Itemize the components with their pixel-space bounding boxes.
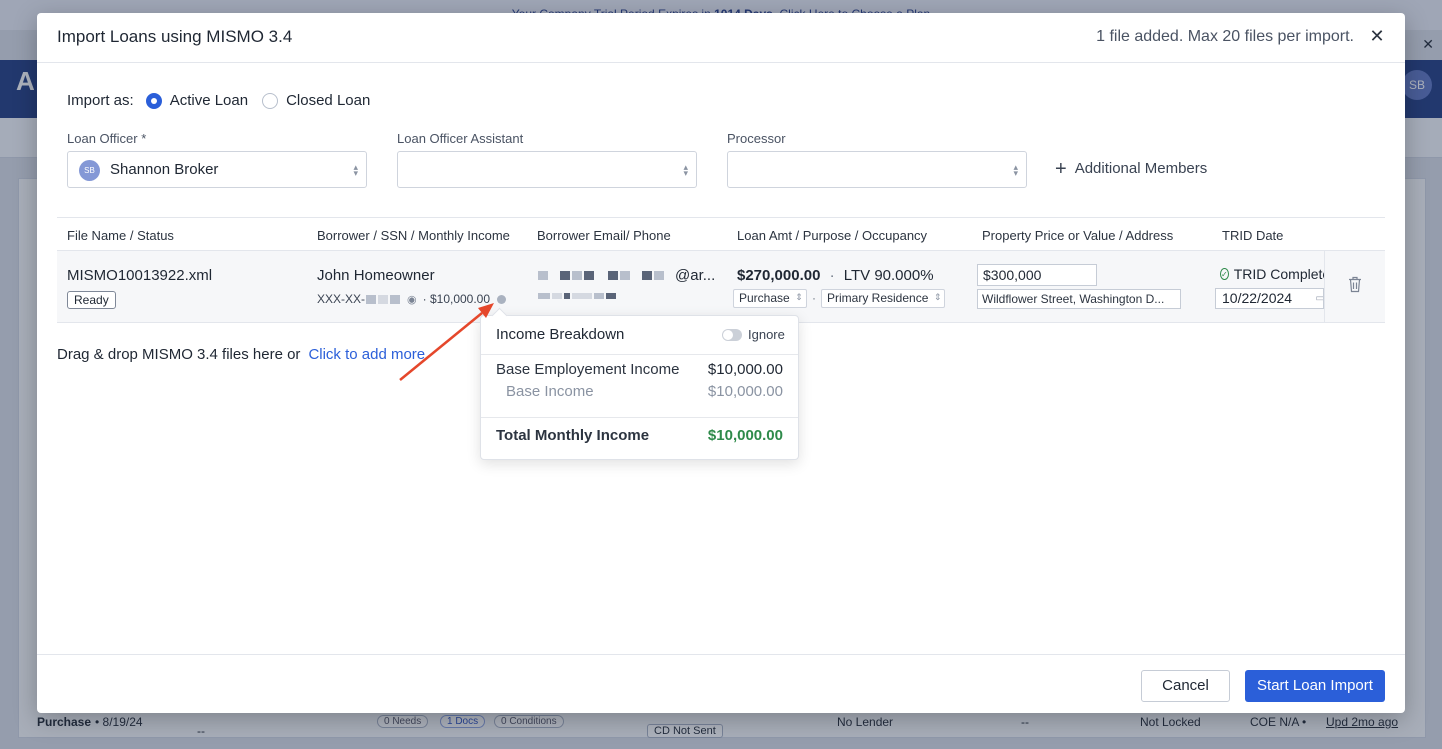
processor-label: Processor [727, 131, 786, 146]
col-file-name: File Name / Status [67, 228, 174, 243]
redacted-mask [572, 271, 582, 280]
email-suffix: @ar... [675, 267, 716, 284]
ignore-label: Ignore [748, 327, 785, 342]
file-count: 1 file added. Max 20 files per import. [1096, 28, 1354, 45]
base-employment-label: Base Employement Income [496, 361, 680, 378]
assistant-select[interactable]: ▴ ▾ [397, 151, 697, 188]
ssn-prefix: XXX-XX- [317, 292, 366, 306]
redacted-mask [572, 293, 592, 299]
import-loans-modal: Import Loans using MISMO 3.4 1 file adde… [37, 13, 1405, 713]
ignore-toggle[interactable] [722, 329, 742, 341]
select-arrows-icon: ▴ ▾ [683, 162, 688, 178]
info-icon[interactable] [497, 294, 507, 304]
property-price-input[interactable]: $300,000 [977, 264, 1097, 286]
radio-checked-icon [145, 92, 162, 109]
table-header: File Name / Status Borrower / SSN / Mont… [57, 217, 1385, 251]
col-loan-amt: Loan Amt / Purpose / Occupancy [737, 228, 928, 243]
modal-footer: Cancel Start Loan Import [37, 654, 1405, 713]
dropzone-text: Drag & drop MISMO 3.4 files here or [57, 346, 301, 363]
processor-select[interactable]: ▴ ▾ [727, 151, 1027, 188]
radio-active-loan[interactable]: Active Loan [145, 92, 248, 109]
dropzone[interactable]: Drag & drop MISMO 3.4 files here or Click… [57, 346, 425, 363]
redacted-mask [552, 293, 562, 299]
start-import-button[interactable]: Start Loan Import [1245, 670, 1385, 702]
loan-amount-ltv: $270,000.00 · LTV 90.000% [737, 267, 934, 284]
loan-officer-select[interactable]: SB Shannon Broker ▴ ▾ [67, 151, 367, 188]
close-icon[interactable]: ✕ [1367, 26, 1387, 48]
radio-closed-loan[interactable]: Closed Loan [262, 92, 370, 109]
property-address-input[interactable]: Wildflower Street, Washington D... [977, 289, 1181, 309]
trash-icon[interactable] [1348, 276, 1362, 293]
modal-header: Import Loans using MISMO 3.4 1 file adde… [37, 13, 1405, 63]
trid-status: ✓ TRID Complete [1220, 266, 1324, 282]
table-row: MISMO10013922.xml Ready John Homeowner X… [57, 251, 1385, 323]
trid-date-input[interactable]: 10/22/2024 ▭ [1215, 288, 1324, 309]
redacted-mask [538, 271, 548, 280]
borrower-email: @ar... [537, 267, 715, 284]
income-breakdown-popover: Income Breakdown Ignore Base Employement… [480, 315, 799, 460]
base-income-label: Base Income [506, 383, 594, 400]
redacted-mask [642, 271, 652, 280]
additional-members-button[interactable]: + Additional Members [1055, 157, 1207, 180]
borrower-name: John Homeowner [317, 267, 435, 284]
col-email-phone: Borrower Email/ Phone [537, 228, 671, 243]
base-employment-value: $10,000.00 [707, 361, 783, 378]
plus-icon: + [1055, 157, 1067, 180]
base-income-value: $10,000.00 [707, 383, 783, 400]
modal-title: Import Loans using MISMO 3.4 [57, 27, 293, 46]
divider [481, 417, 798, 418]
redacted-mask [564, 293, 570, 299]
redacted-mask [378, 294, 389, 304]
import-as-group: Import as: Active Loan Closed Loan [67, 92, 370, 109]
redacted-mask [620, 271, 630, 280]
file-name: MISMO10013922.xml [67, 267, 213, 284]
redacted-mask [390, 294, 401, 304]
select-arrows-icon: ▴ ▾ [353, 162, 358, 178]
loan-officer-value: Shannon Broker [110, 161, 219, 178]
eye-icon[interactable]: ◉ [407, 293, 417, 306]
ltv: LTV 90.000% [843, 267, 934, 284]
monthly-income: $10,000.00 [429, 292, 491, 306]
redacted-mask [560, 271, 570, 280]
add-more-link[interactable]: Click to add more [308, 346, 425, 363]
redacted-mask [584, 271, 594, 280]
loan-amount: $270,000.00 [737, 267, 821, 284]
purpose-select[interactable]: Purchase [733, 289, 807, 308]
select-arrows-icon: ▴ ▾ [1013, 162, 1018, 178]
redacted-mask [606, 293, 616, 299]
total-income-value: $10,000.00 [707, 427, 783, 444]
cancel-button[interactable]: Cancel [1141, 670, 1230, 702]
redacted-mask [654, 271, 664, 280]
col-property: Property Price or Value / Address [982, 228, 1174, 243]
col-borrower: Borrower / SSN / Monthly Income [317, 228, 510, 243]
delete-column [1324, 251, 1385, 322]
total-income-label: Total Monthly Income [496, 427, 650, 444]
divider [481, 354, 798, 355]
redacted-mask [538, 293, 550, 299]
radio-unchecked-icon [262, 92, 279, 109]
avatar: SB [79, 160, 100, 181]
redacted-mask [594, 293, 604, 299]
redacted-mask [366, 294, 377, 304]
col-trid-date: TRID Date [1222, 228, 1284, 243]
import-as-label: Import as: [67, 92, 134, 109]
loan-officer-label: Loan Officer * [67, 131, 147, 146]
status-badge: Ready [67, 291, 116, 309]
borrower-phone [537, 293, 617, 299]
occupancy-select[interactable]: Primary Residence [821, 289, 946, 308]
ssn-income: XXX-XX- ◉ · $10,000.00 [317, 292, 507, 306]
calendar-icon[interactable]: ▭ [1316, 293, 1323, 304]
redacted-mask [608, 271, 618, 280]
check-circle-icon: ✓ [1220, 268, 1229, 280]
assistant-label: Loan Officer Assistant [397, 131, 524, 146]
popover-title: Income Breakdown [496, 326, 625, 343]
